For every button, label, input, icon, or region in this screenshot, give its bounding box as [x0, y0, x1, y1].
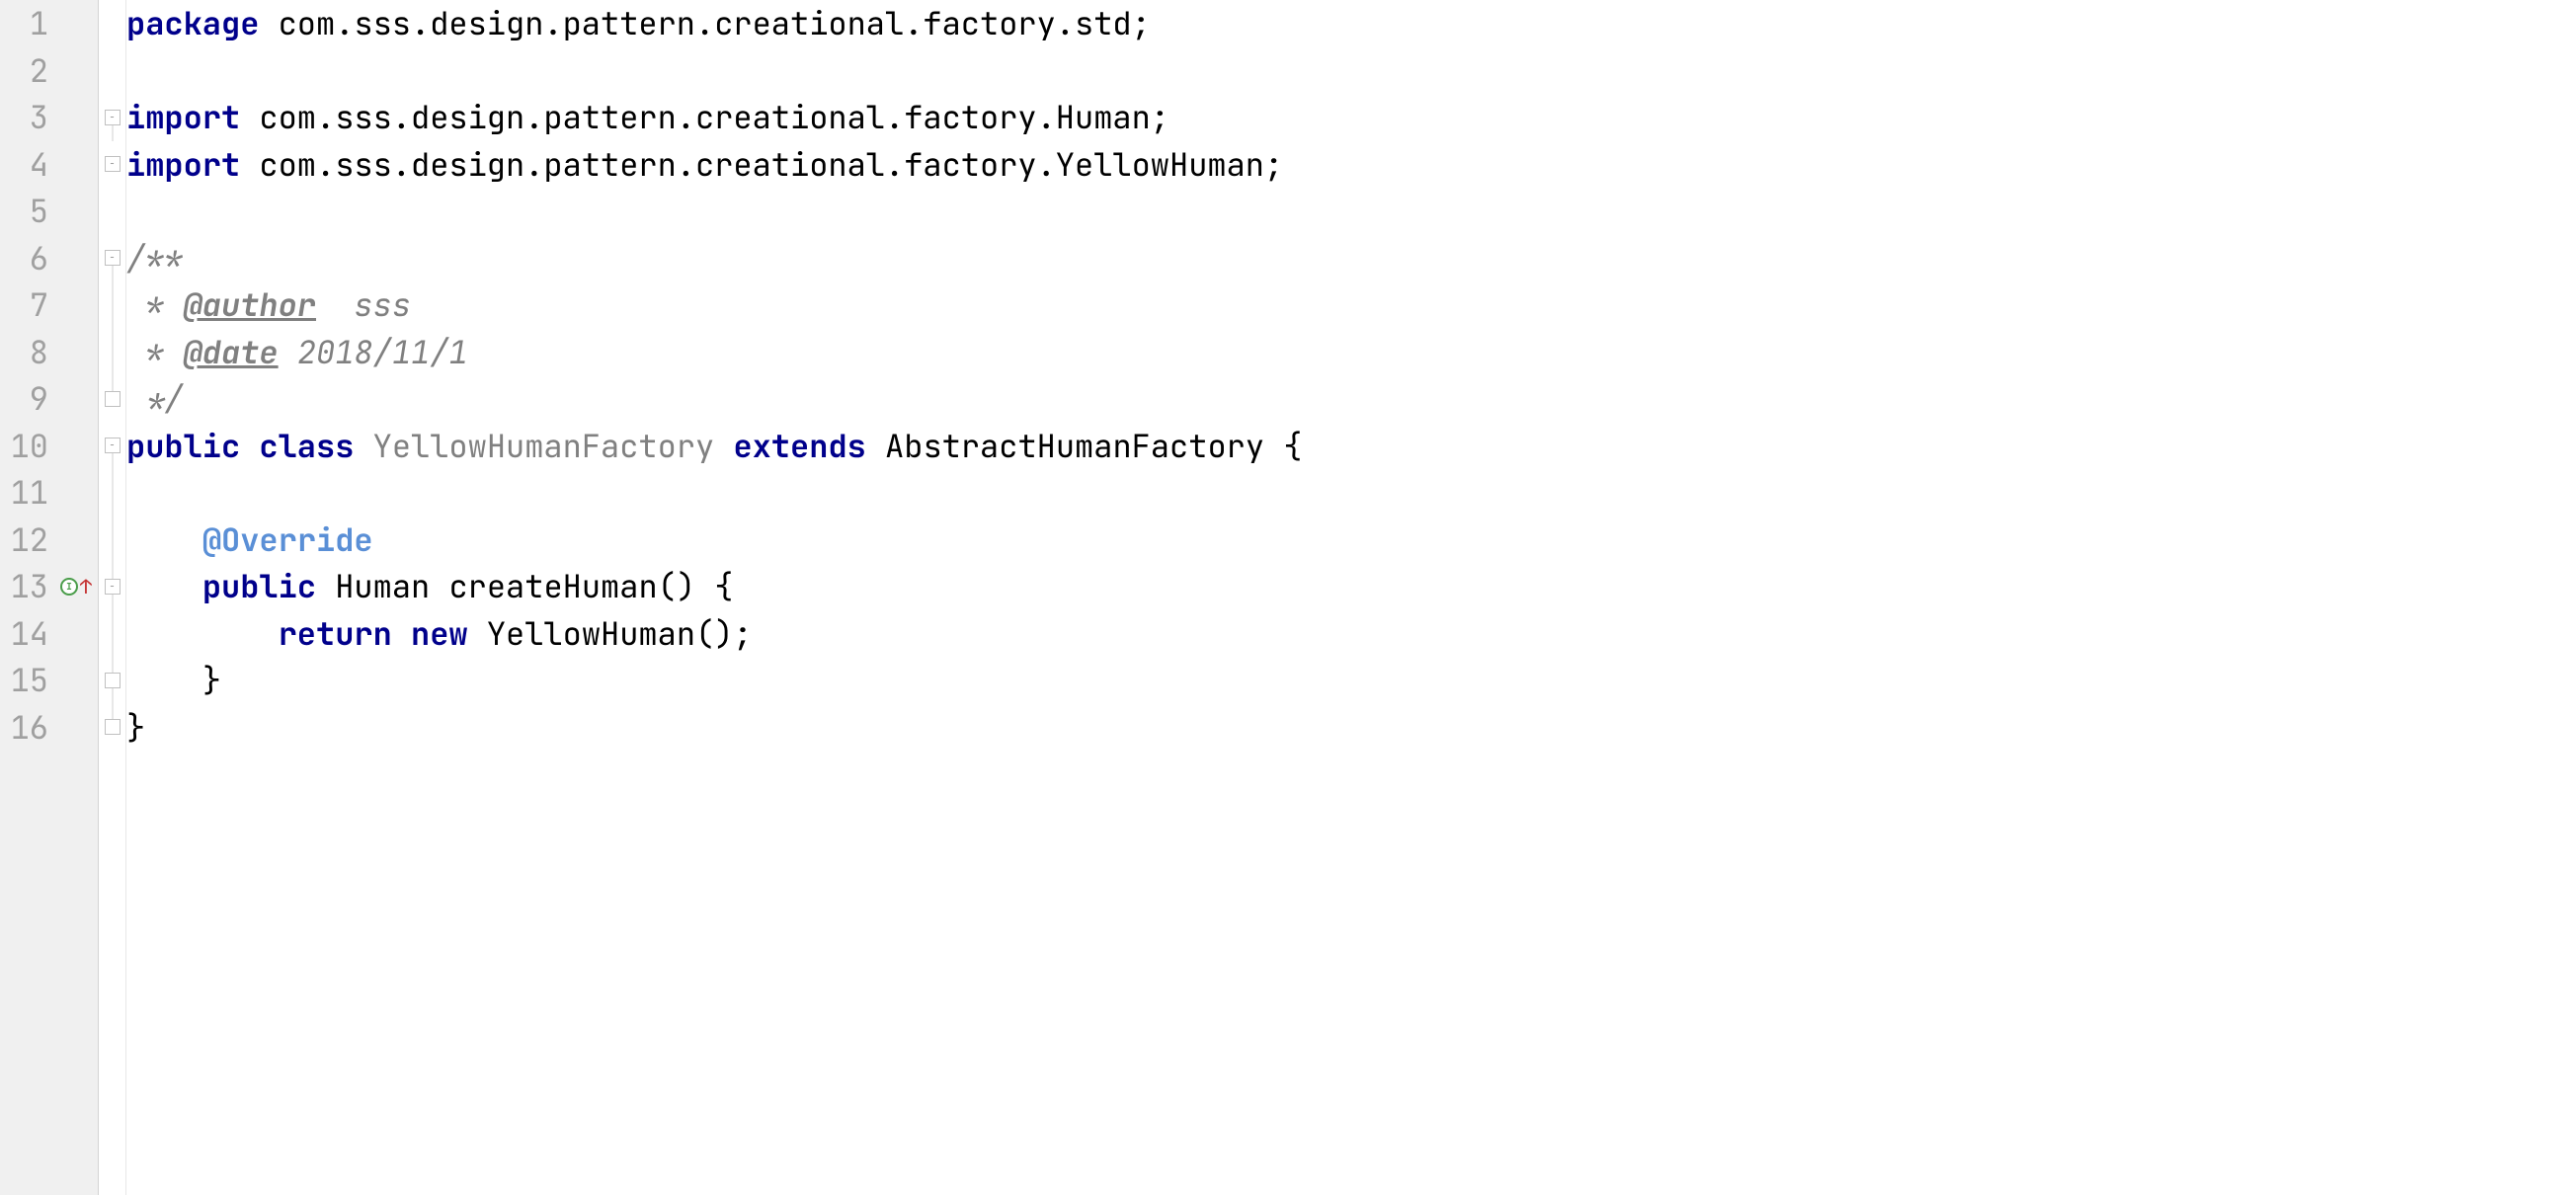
fold-toggle[interactable]: −	[105, 156, 121, 172]
javadoc-date-tag: @date	[184, 331, 279, 373]
override-gutter-marker[interactable]: I ↑	[60, 574, 92, 599]
keyword-public: public	[202, 565, 316, 607]
keyword-package: package	[126, 2, 259, 44]
keyword-public: public	[126, 425, 240, 467]
keyword-extends: extends	[733, 425, 865, 467]
up-arrow-icon: ↑	[80, 574, 92, 599]
code-line[interactable]: * @author sss	[126, 281, 2576, 329]
line-number: 10	[0, 423, 98, 470]
line-number: 15	[0, 657, 98, 704]
fold-toggle[interactable]: −	[105, 110, 121, 125]
line-number: 4	[0, 141, 98, 189]
code-line[interactable]: import com.sss.design.pattern.creational…	[126, 141, 2576, 189]
class-name: YellowHumanFactory	[373, 425, 715, 467]
constructor-call: YellowHuman	[487, 612, 695, 655]
code-editor[interactable]: 1 2 3 4 5 6 7 8 9 10 11 12 13 I ↑ 14 15 …	[0, 0, 2576, 1195]
javadoc-author-tag: @author	[184, 283, 316, 326]
keyword-return: return	[279, 612, 392, 655]
fold-end[interactable]	[105, 391, 121, 407]
code-line[interactable]: }	[126, 704, 2576, 752]
code-line[interactable]	[126, 188, 2576, 235]
code-line[interactable]	[126, 469, 2576, 517]
code-line[interactable]: /**	[126, 235, 2576, 282]
implements-icon: I	[60, 578, 78, 596]
fold-toggle[interactable]: −	[105, 438, 121, 453]
code-line[interactable]: package com.sss.design.pattern.creationa…	[126, 0, 2576, 47]
line-number: 11	[0, 469, 98, 517]
line-number: 3	[0, 94, 98, 141]
override-annotation: @Override	[202, 518, 373, 561]
line-number: 6	[0, 235, 98, 282]
keyword-class: class	[259, 425, 354, 467]
fold-column: − − − − −	[99, 0, 126, 1195]
keyword-import: import	[126, 143, 240, 186]
code-line[interactable]: return new YellowHuman();	[126, 610, 2576, 658]
keyword-import: import	[126, 96, 240, 138]
line-number: 1	[0, 0, 98, 47]
line-number: 8	[0, 329, 98, 376]
fold-end[interactable]	[105, 719, 121, 735]
code-line[interactable]: }	[126, 657, 2576, 704]
line-number: 13 I ↑	[0, 563, 98, 610]
code-line[interactable]: public class YellowHumanFactory extends …	[126, 423, 2576, 470]
code-line[interactable]: import com.sss.design.pattern.creational…	[126, 94, 2576, 141]
keyword-new: new	[411, 612, 468, 655]
line-number: 5	[0, 188, 98, 235]
method-name: createHuman	[448, 565, 657, 607]
superclass-name: AbstractHumanFactory	[885, 425, 1264, 467]
code-line[interactable]: @Override	[126, 517, 2576, 564]
line-number: 9	[0, 375, 98, 423]
fold-toggle[interactable]: −	[105, 250, 121, 266]
line-number-gutter: 1 2 3 4 5 6 7 8 9 10 11 12 13 I ↑ 14 15 …	[0, 0, 99, 1195]
code-area[interactable]: package com.sss.design.pattern.creationa…	[126, 0, 2576, 1195]
code-line[interactable]: public Human createHuman() {	[126, 563, 2576, 610]
line-number: 12	[0, 517, 98, 564]
line-number: 14	[0, 610, 98, 658]
code-line[interactable]: * @date 2018/11/1	[126, 329, 2576, 376]
code-line[interactable]: */	[126, 375, 2576, 423]
fold-end[interactable]	[105, 673, 121, 688]
line-number: 2	[0, 47, 98, 95]
return-type: Human	[335, 565, 430, 607]
fold-toggle[interactable]: −	[105, 579, 121, 595]
code-line[interactable]	[126, 47, 2576, 95]
line-number: 16	[0, 704, 98, 752]
line-number: 7	[0, 281, 98, 329]
